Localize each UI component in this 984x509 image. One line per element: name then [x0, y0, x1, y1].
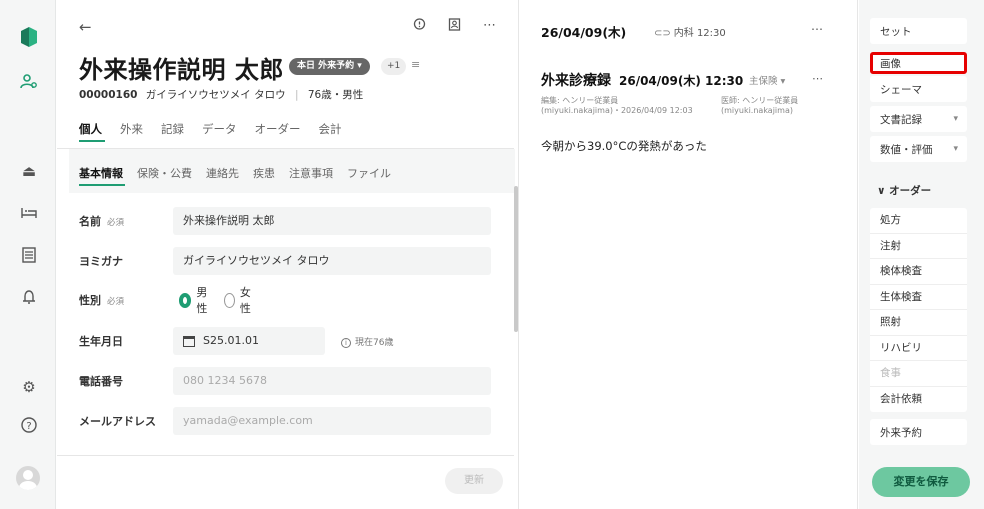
app-sidebar: ⏏ ⚙ ?: [0, 0, 56, 509]
document-record-button[interactable]: 文書記録 ▾: [870, 106, 967, 132]
order-radiation[interactable]: 照射: [870, 310, 967, 336]
update-button[interactable]: 更新: [445, 468, 503, 494]
chevron-down-icon: ▾: [953, 144, 958, 154]
badge-count[interactable]: +1: [381, 58, 407, 75]
more-icon[interactable]: ⋯: [812, 72, 823, 85]
name-label: 名前 必須: [79, 215, 125, 228]
image-button[interactable]: 画像: [870, 52, 967, 74]
kana-row: ヨミガナ ガイライソウセツメイ タロウ: [79, 247, 491, 275]
doctor-info: 医師: ヘンリー従業員 (miyuki.nakajima): [721, 96, 799, 115]
tab-records[interactable]: 記録: [161, 121, 184, 137]
menu-icon[interactable]: ≡: [411, 58, 420, 71]
more-icon[interactable]: ⋯: [811, 22, 823, 36]
link-icon: ⊂⊃: [654, 28, 671, 39]
subtab-basic-info[interactable]: 基本情報: [79, 165, 123, 181]
tab-personal[interactable]: 個人: [79, 121, 102, 137]
subtab-contact[interactable]: 連絡先: [206, 165, 239, 181]
record-dept: ⊂⊃ 内科 12:30: [654, 28, 726, 39]
main-tabs: 個人 外来 記録 データ オーダー 会計: [79, 121, 342, 137]
record-body[interactable]: 今朝から39.0°Cの発熱があった: [541, 138, 707, 154]
name-field[interactable]: 外来操作説明 太郎: [173, 207, 491, 235]
order-injection[interactable]: 注射: [870, 234, 967, 259]
settings-icon[interactable]: ⚙: [18, 376, 40, 398]
contact-card-icon[interactable]: [448, 18, 461, 35]
appointment-badge[interactable]: 本日 外来予約 ▾: [289, 58, 370, 75]
bell-icon[interactable]: [18, 286, 40, 308]
email-label: メールアドレス: [79, 415, 156, 428]
info-icon: i: [341, 337, 351, 348]
meta-divider: |: [294, 89, 299, 101]
patient-meta: 00000160 ガイライソウセツメイ タロウ | 76歳・男性: [79, 87, 363, 102]
schema-button[interactable]: シェーマ: [870, 76, 967, 102]
order-specimen-test[interactable]: 検体検査: [870, 259, 967, 285]
email-row: メールアドレス yamada@example.com: [79, 407, 491, 435]
chevron-down-icon: ▾: [953, 114, 958, 124]
calendar-icon: [183, 335, 195, 347]
email-field[interactable]: yamada@example.com: [173, 407, 491, 435]
tab-billing[interactable]: 会計: [319, 121, 342, 137]
patient-id: 00000160: [79, 89, 138, 101]
sex-radio-group: 男性 女性: [179, 284, 269, 316]
arrow-left-icon[interactable]: ←: [79, 18, 92, 36]
save-changes-button[interactable]: 変更を保存: [872, 467, 970, 497]
kana-field[interactable]: ガイライソウセツメイ タロウ: [173, 247, 491, 275]
phone-row: 電話番号 080 1234 5678: [79, 367, 491, 395]
sex-male-radio[interactable]: 男性: [179, 284, 210, 316]
set-button[interactable]: セット: [870, 18, 967, 44]
patients-icon[interactable]: [18, 70, 40, 92]
patient-kana: ガイライソウセツメイ タロウ: [145, 89, 286, 101]
record-title: 外来診療録 26/04/09(木) 12:30: [541, 73, 744, 89]
dob-label: 生年月日: [79, 335, 123, 348]
kana-label: ヨミガナ: [79, 255, 123, 268]
patient-toolbar: ⋯: [413, 18, 496, 35]
orders-panel: セット 画像 シェーマ 文書記録 ▾ 数値・評価 ▾ ∨ オーダー 処方 注射 検体…: [859, 0, 984, 509]
orders-section-title[interactable]: ∨ オーダー: [877, 183, 931, 198]
svg-text:?: ?: [26, 421, 31, 432]
subtab-underline: [79, 184, 125, 186]
record-date-header: 26/04/09(木): [541, 25, 627, 40]
dob-note: i 現在76歳: [341, 335, 393, 348]
eject-icon[interactable]: ⏏: [18, 160, 40, 182]
tab-outpatient[interactable]: 外来: [120, 121, 143, 137]
comment-icon[interactable]: [413, 18, 426, 35]
divider: [57, 455, 514, 456]
sex-row: 性別 必須 男性 女性: [79, 286, 251, 315]
order-meal: 食事: [870, 361, 967, 387]
subtab-insurance[interactable]: 保険・公費: [137, 165, 192, 181]
record-panel: 26/04/09(木) ⊂⊃ 内科 12:30 ⋯ 外来診療録 26/04/09(木…: [518, 0, 858, 509]
name-row: 名前 必須 外来操作説明 太郎: [79, 207, 491, 235]
editor-info: 編集: ヘンリー従業員 (miyuki.nakajima)・2026/04/09…: [541, 96, 693, 115]
phone-field[interactable]: 080 1234 5678: [173, 367, 491, 395]
sub-tabs: 基本情報 保険・公費 連絡先 疾患 注意事項 ファイル: [79, 165, 391, 181]
main-tab-underline: [79, 140, 105, 142]
phone-label: 電話番号: [79, 375, 123, 388]
more-icon[interactable]: ⋯: [483, 18, 496, 35]
order-prescription[interactable]: 処方: [870, 208, 967, 234]
order-physiological-test[interactable]: 生体検査: [870, 285, 967, 310]
order-billing-request[interactable]: 会計依頼: [870, 387, 967, 413]
tab-orders[interactable]: オーダー: [255, 121, 301, 137]
tab-data[interactable]: データ: [202, 121, 237, 137]
patient-name: 外来操作説明 太郎: [79, 56, 284, 84]
subtab-disease[interactable]: 疾患: [253, 165, 275, 181]
app-logo-icon[interactable]: [18, 26, 40, 48]
document-icon[interactable]: [18, 244, 40, 266]
outpatient-appointment-button[interactable]: 外来予約: [870, 419, 967, 445]
help-icon[interactable]: ?: [18, 414, 40, 436]
value-eval-button[interactable]: 数値・評価 ▾: [870, 136, 967, 162]
dob-row: 生年月日 S25.01.01 i 現在76歳: [79, 327, 393, 355]
order-list: 処方 注射 検体検査 生体検査 照射 リハビリ 食事 会計依頼: [870, 208, 967, 412]
order-rehab[interactable]: リハビリ: [870, 336, 967, 361]
sex-label: 性別 必須: [79, 294, 125, 307]
sex-female-radio[interactable]: 女性: [224, 284, 255, 316]
patient-age-sex: 76歳・男性: [307, 89, 364, 101]
subtab-files[interactable]: ファイル: [347, 165, 391, 181]
subtab-notes[interactable]: 注意事項: [289, 165, 333, 181]
patient-panel: ← ⋯ 外来操作説明 太郎 本日 外来予約 ▾ +1 ≡ 00000160 ガイ…: [57, 0, 515, 509]
dob-field[interactable]: S25.01.01: [173, 327, 325, 355]
bed-icon[interactable]: [18, 202, 40, 224]
insurance-select[interactable]: 主保険 ▾: [749, 73, 785, 87]
avatar[interactable]: [16, 466, 40, 490]
